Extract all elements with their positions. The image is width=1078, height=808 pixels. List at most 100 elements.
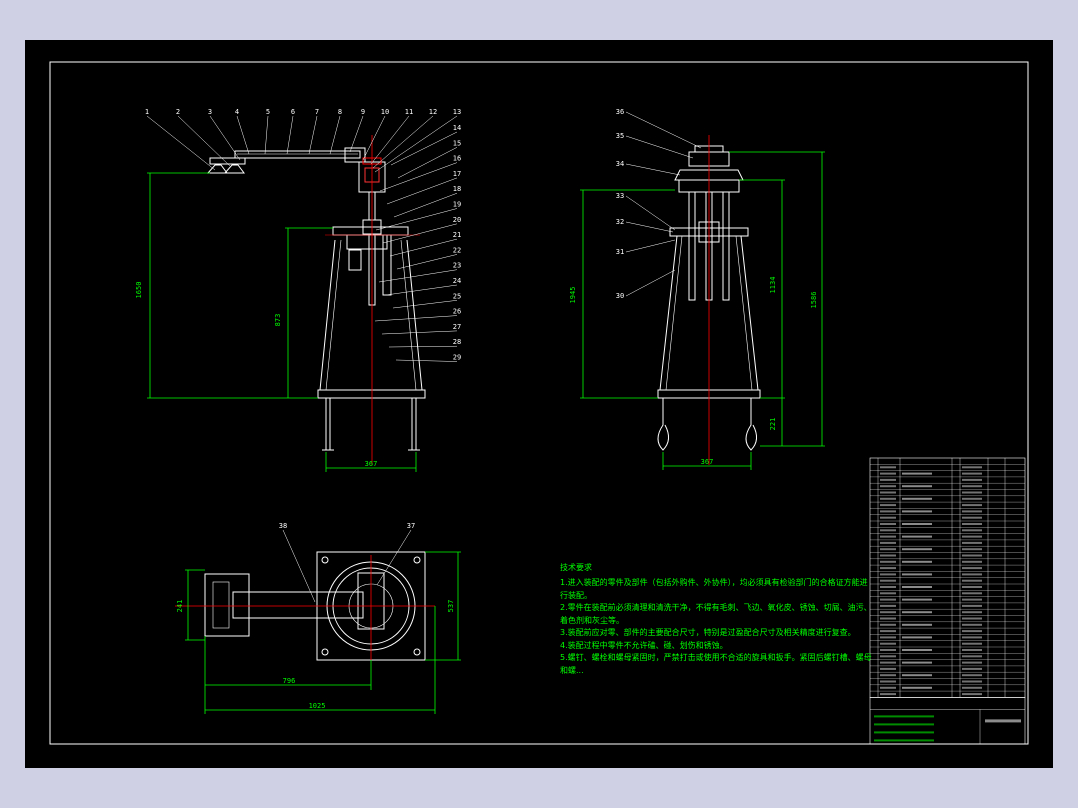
- technical-note-line: 3.装配前应对零、部件的主要配合尺寸，特别是过盈配合尺寸及相关精度进行复查。: [560, 628, 856, 637]
- leader-line: [370, 115, 410, 165]
- bom-text-placeholder: [880, 642, 896, 645]
- bom-text-placeholder: [962, 649, 982, 651]
- title-text-placeholder: [874, 731, 934, 734]
- top-dim-arm-length: 796: [283, 677, 296, 685]
- bom-text-placeholder: [880, 567, 896, 570]
- bom-text-placeholder: [902, 510, 932, 513]
- part-label: 8: [338, 108, 342, 116]
- bom-text-placeholder: [902, 497, 932, 500]
- front-view: [206, 135, 426, 465]
- bom-text-placeholder: [962, 586, 982, 588]
- part-label: 16: [453, 155, 461, 163]
- bom-text-placeholder: [880, 598, 896, 601]
- leader-line: [374, 315, 458, 322]
- bill-of-materials-table: [869, 457, 1026, 698]
- technical-note-line: 4.装配过程中零件不允许磕、碰、划伤和锈蚀。: [560, 640, 728, 650]
- part-label: 3: [208, 108, 212, 116]
- part-label: 27: [453, 323, 461, 331]
- leader-line: [146, 115, 216, 171]
- top-dim-overall-length: 1025: [309, 702, 326, 710]
- leader-line: [389, 238, 458, 257]
- part-label: 38: [279, 522, 287, 530]
- bom-text-placeholder: [880, 560, 896, 563]
- cad-viewport[interactable]: 1650 873 367 1 2 3 4 5 6 7 8 9 10 11 12 13 14 15 16 17 18…: [25, 40, 1053, 768]
- part-label: 30: [616, 292, 624, 300]
- part-label: 37: [407, 522, 415, 530]
- bom-text-placeholder: [880, 579, 896, 582]
- part-label: 24: [453, 277, 461, 285]
- side-dim-bottom-height: 221: [769, 418, 777, 431]
- bom-text-placeholder: [962, 567, 982, 570]
- bom-text-placeholder: [880, 504, 896, 507]
- bom-text-placeholder: [880, 617, 896, 620]
- bom-text-placeholder: [962, 674, 982, 677]
- bom-text-placeholder: [962, 686, 982, 689]
- leader-line: [376, 529, 412, 586]
- bom-text-placeholder: [902, 586, 932, 588]
- part-label: 7: [315, 108, 319, 116]
- top-dim-right-width: 537: [447, 600, 455, 613]
- title-text-placeholder: [874, 715, 934, 718]
- part-label: 17: [453, 170, 461, 178]
- part-label: 9: [361, 108, 365, 116]
- turret-flange: [332, 219, 409, 306]
- bom-text-placeholder: [880, 516, 896, 519]
- front-dim-overall-height: 1650: [135, 282, 143, 299]
- bom-text-placeholder: [902, 485, 932, 488]
- leader-line: [308, 115, 318, 155]
- bom-text-placeholder: [962, 504, 982, 507]
- bom-text-placeholder: [962, 541, 982, 544]
- part-label: 1: [145, 108, 149, 116]
- technical-note-line: 5.螺钉、螺栓和螺母紧固时，严禁打击或使用不合适的旋具和扳手。紧固后螺钉槽、螺母: [560, 653, 872, 662]
- bom-text-placeholder: [880, 554, 896, 557]
- leader-line: [390, 131, 458, 166]
- part-label: 11: [405, 108, 413, 116]
- bom-text-placeholder: [880, 611, 896, 614]
- bom-text-placeholder: [962, 579, 982, 582]
- bom-text-placeholder: [880, 548, 896, 551]
- bom-text-placeholder: [880, 592, 896, 595]
- leader-line: [282, 529, 316, 603]
- top-dim-left-width: 241: [176, 600, 184, 613]
- part-label: 28: [453, 338, 461, 346]
- bom-text-placeholder: [880, 680, 896, 683]
- part-label: 5: [266, 108, 270, 116]
- part-label: 18: [453, 185, 461, 193]
- leader-line: [395, 359, 458, 362]
- suction-cups: [206, 157, 246, 174]
- bom-text-placeholder: [880, 604, 896, 607]
- bom-text-placeholder: [880, 523, 896, 525]
- leader-line: [625, 269, 676, 297]
- bom-text-placeholder: [962, 535, 982, 538]
- bom-text-placeholder: [962, 510, 982, 513]
- technical-note-line: 2.零件在装配前必须清理和清洗干净，不得有毛刺、飞边、氧化皮、锈蚀、切屑、油污、: [560, 603, 872, 612]
- leader-line: [177, 115, 231, 167]
- leader-line: [236, 115, 250, 155]
- leader-line: [388, 345, 458, 348]
- bom-text-placeholder: [880, 693, 896, 696]
- top-view-dimensions: [185, 551, 461, 714]
- bom-text-placeholder: [902, 598, 932, 601]
- bom-text-placeholder: [880, 586, 896, 588]
- front-view-leaders: [146, 115, 458, 362]
- part-label: 26: [453, 308, 461, 316]
- part-label: 19: [453, 201, 461, 209]
- bom-text-placeholder: [962, 642, 982, 645]
- technical-note-line: 1.进入装配的零件及部件（包括外购件、外协件），均必须具有检验部门的合格证方能进: [560, 578, 868, 587]
- leader-line: [396, 254, 458, 270]
- leader-line: [625, 163, 681, 176]
- top-cup-holder: [204, 573, 250, 637]
- bom-text-placeholder: [880, 491, 896, 494]
- bom-text-placeholder: [880, 541, 896, 544]
- front-dim-lower-height: 873: [274, 314, 282, 327]
- leader-line: [393, 192, 458, 218]
- side-dim-right-height: 1586: [810, 292, 818, 309]
- part-label: 4: [235, 108, 239, 116]
- bom-text-placeholder: [962, 548, 982, 551]
- part-label: 12: [429, 108, 437, 116]
- bom-text-placeholder: [880, 661, 896, 664]
- drawing-border: [49, 61, 1029, 745]
- bom-text-placeholder: [902, 674, 932, 677]
- side-view-part-labels: 36 35 34 33 32 31 30: [616, 108, 624, 300]
- drawing-canvas[interactable]: 1650 873 367 1 2 3 4 5 6 7 8 9 10 11 12 131415161718…: [25, 40, 1053, 768]
